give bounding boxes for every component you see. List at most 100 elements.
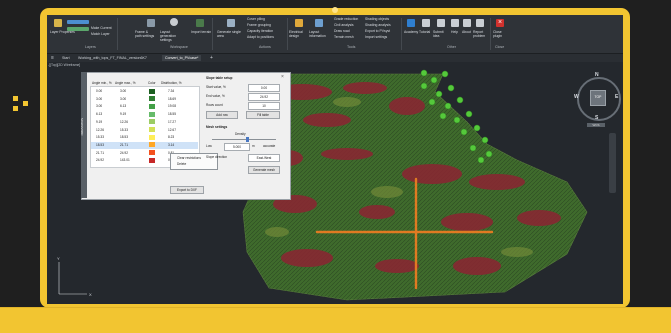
table-cell-color-swatch[interactable] — [149, 119, 155, 125]
academy-button[interactable]: Academy — [404, 30, 418, 34]
help-icon[interactable] — [451, 19, 459, 27]
rows-count-input[interactable]: 10 — [248, 102, 280, 110]
table-cell-angle-min[interactable]: 3.00 — [96, 104, 102, 108]
tab-active-file[interactable]: Convert_to_PVcase* — [162, 55, 202, 61]
layout-information-icon[interactable] — [315, 19, 323, 27]
table-cell-distribution[interactable]: 17.27 — [168, 120, 176, 124]
navigation-bar[interactable] — [609, 133, 616, 193]
cover-piling-button[interactable]: Cover piling — [247, 17, 265, 21]
table-cell-angle-min[interactable]: 24.92 — [96, 158, 104, 162]
table-cell-angle-max[interactable]: 21.71 — [120, 143, 128, 147]
table-cell-distribution[interactable]: 12.67 — [168, 128, 176, 132]
report-icon[interactable] — [476, 19, 484, 27]
menu-icon[interactable]: ≡ — [48, 55, 57, 61]
generate-area-icon[interactable] — [227, 19, 235, 27]
close-plugin-button[interactable]: Close plugin — [493, 30, 507, 38]
lightbulb-icon[interactable] — [437, 19, 445, 27]
table-cell-color-swatch[interactable] — [149, 157, 155, 163]
table-cell-color-swatch[interactable] — [149, 127, 155, 132]
table-cell-angle-max[interactable]: 3.00 — [120, 89, 126, 93]
table-cell-color-swatch[interactable] — [149, 88, 155, 94]
table-cell-distribution[interactable]: 7.34 — [168, 89, 174, 93]
fill-table-button[interactable]: Fill table — [246, 111, 280, 119]
layer-toolbar-icon[interactable] — [67, 27, 89, 31]
frame-path-icon[interactable] — [147, 19, 155, 27]
gear-icon[interactable] — [170, 18, 178, 26]
civil-analysis-button[interactable]: Civil analysis — [334, 23, 354, 27]
match-layer-button[interactable]: Match Layer — [91, 32, 110, 36]
table-cell-angle-max[interactable]: 15.33 — [120, 128, 128, 132]
menu-item-clear-restrictions[interactable]: Clear restrictions — [177, 156, 201, 160]
table-cell-angle-min[interactable]: 3.00 — [96, 97, 102, 101]
shading-objects-button[interactable]: Shading objects — [365, 17, 389, 21]
table-cell-angle-max[interactable]: 6.13 — [120, 104, 126, 108]
table-row-selected[interactable] — [91, 141, 198, 149]
academy-icon[interactable] — [407, 19, 415, 27]
submit-idea-button[interactable]: Submit idea — [433, 30, 447, 38]
table-cell-angle-max[interactable]: 9.19 — [120, 112, 126, 116]
about-button[interactable]: About — [462, 30, 471, 34]
export-pvsyst-button[interactable]: Export to PVsyst — [365, 29, 390, 33]
slope-direction-select[interactable]: East-West — [248, 154, 280, 162]
table-cell-angle-max[interactable]: 3.00 — [120, 97, 126, 101]
density-value-input[interactable]: 5.000 — [224, 143, 250, 151]
table-cell-angle-min[interactable]: 18.53 — [96, 143, 104, 147]
tutorial-icon[interactable] — [422, 19, 430, 27]
export-dxf-button[interactable]: Export to DXF — [170, 186, 204, 194]
table-cell-angle-min[interactable]: 9.19 — [96, 120, 102, 124]
import-terrain-button[interactable]: Import terrain — [191, 30, 211, 34]
table-cell-angle-min[interactable]: 6.13 — [96, 112, 102, 116]
layer-toolbar-icon[interactable] — [67, 20, 89, 24]
table-cell-color-swatch[interactable] — [149, 103, 155, 109]
table-cell-distribution[interactable]: 19.08 — [168, 104, 176, 108]
table-cell-distribution[interactable]: 3.14 — [168, 143, 174, 147]
table-cell-angle-max[interactable]: 18.53 — [120, 135, 128, 139]
table-cell-angle-min[interactable]: 15.33 — [96, 135, 104, 139]
table-cell-angle-max[interactable]: 24.92 — [120, 151, 128, 155]
shading-analysis-button[interactable]: Shading analysis — [365, 23, 391, 27]
terrain-mesh-button[interactable]: Terrain mesh — [334, 35, 354, 39]
frame-path-settings-button[interactable]: Frame & path settings — [135, 30, 155, 38]
close-icon[interactable]: × — [496, 19, 504, 27]
add-tab-icon[interactable]: + — [207, 55, 216, 61]
adapt-positions-button[interactable]: Adapt to positions — [247, 35, 274, 39]
help-button[interactable]: Help — [451, 30, 458, 34]
table-cell-distribution[interactable]: 18.69 — [168, 97, 176, 101]
layout-generation-settings-button[interactable]: Layout generation settings — [160, 30, 184, 42]
view-cube[interactable]: TOP — [590, 90, 606, 106]
end-value-input[interactable]: 24.92 — [248, 93, 280, 101]
table-cell-angle-max[interactable]: 143.01 — [120, 158, 130, 162]
make-current-button[interactable]: Make Current — [91, 26, 112, 30]
start-value-input[interactable]: 0.00 — [248, 84, 280, 92]
grade-reduction-button[interactable]: Grade reduction — [334, 17, 358, 21]
table-cell-color-swatch[interactable] — [149, 134, 155, 140]
table-cell-angle-max[interactable]: 12.26 — [120, 120, 128, 124]
table-cell-angle-min[interactable]: 0.00 — [96, 89, 102, 93]
menu-item-delete[interactable]: Delete — [177, 162, 186, 166]
layer-properties-icon[interactable] — [54, 19, 62, 27]
table-cell-angle-min[interactable]: 21.71 — [96, 151, 104, 155]
viewport-breadcrumb[interactable]: -][Top][2D Wireframe] — [48, 63, 80, 67]
tab-file[interactable]: Working_with_tops_FT_FINAL_version6K7 — [75, 55, 150, 61]
tutorial-button[interactable]: Tutorial — [419, 30, 430, 34]
electrical-design-icon[interactable] — [295, 19, 303, 27]
draw-road-button[interactable]: Draw road — [334, 29, 350, 33]
layout-information-button[interactable]: Layout information — [309, 30, 329, 38]
tab-start[interactable]: Start — [59, 55, 73, 61]
capacity-iteration-button[interactable]: Capacity iteration — [247, 29, 273, 33]
add-row-button[interactable]: Add row — [206, 111, 238, 119]
dialog-close-icon[interactable]: × — [281, 74, 284, 80]
table-cell-color-swatch[interactable] — [149, 150, 155, 156]
table-cell-color-swatch[interactable] — [149, 142, 155, 148]
about-icon[interactable] — [463, 19, 471, 27]
generate-mesh-button[interactable]: Generate mesh — [248, 166, 280, 174]
frame-grouping-button[interactable]: Frame grouping — [247, 23, 271, 27]
table-cell-angle-min[interactable]: 12.26 — [96, 128, 104, 132]
table-cell-color-swatch[interactable] — [149, 96, 155, 102]
generate-single-area-button[interactable]: Generate single area — [217, 30, 241, 38]
table-cell-distribution[interactable]: 18.55 — [168, 112, 176, 116]
density-slider-thumb[interactable] — [245, 137, 249, 142]
import-settings-button[interactable]: Import settings — [365, 35, 387, 39]
wcs-menu[interactable]: WCS — [587, 123, 605, 127]
import-terrain-icon[interactable] — [196, 19, 204, 27]
